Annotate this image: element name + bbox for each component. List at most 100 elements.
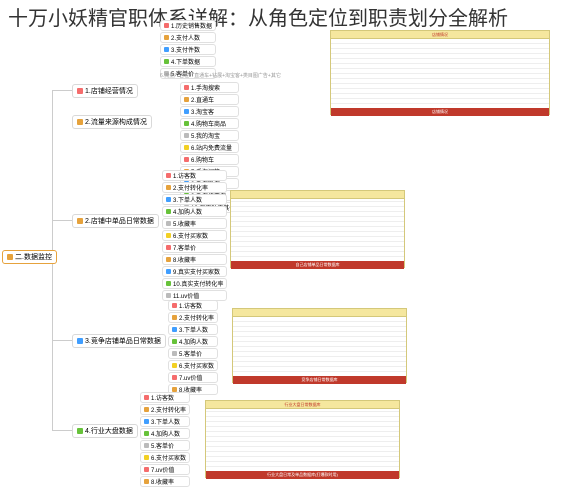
color-swatch <box>166 209 171 214</box>
branch-2[interactable]: 2.店铺中单品日常数据 <box>72 214 159 228</box>
leaf-label: 10.真实支付转化率 <box>173 279 223 288</box>
table-head <box>231 191 404 199</box>
leaf-node[interactable]: 7.uv价值 <box>140 464 190 475</box>
table-thumb-3: 竞争店铺日常数据库 <box>232 308 407 383</box>
leaf-node[interactable]: 4.加购人数 <box>168 336 218 347</box>
leaf-label: 6.站内免费流量 <box>191 143 232 152</box>
leaf-node[interactable]: 6.支付买家数 <box>140 452 190 463</box>
table-thumb-2: 自己店铺单品日常数据库 <box>230 190 405 268</box>
color-swatch <box>172 315 177 320</box>
leaf-node[interactable]: 1.访客数 <box>140 392 190 403</box>
leaf-node[interactable]: 1.手淘搜索 <box>180 82 239 93</box>
color-swatch <box>184 133 189 138</box>
leaf-node[interactable]: 6.购物车 <box>180 154 239 165</box>
leaf-label: 2.支付转化率 <box>179 313 214 322</box>
leaf-label: 1.访客数 <box>151 393 174 402</box>
color-swatch <box>184 157 189 162</box>
color-swatch <box>184 121 189 126</box>
leaf-node[interactable]: 7.客单价 <box>162 242 227 253</box>
leaf-label: 4.加购人数 <box>151 429 180 438</box>
leaf-label: 6.支付买家数 <box>151 453 186 462</box>
leaf-node[interactable]: 1.访客数 <box>162 170 227 181</box>
leaf-node[interactable]: 7.uv价值 <box>168 372 218 383</box>
leaf-node[interactable]: 1.历史销售数据 <box>160 20 216 31</box>
mindmap-canvas: 二.数据监控 1.店铺经营情况 2.流量来源构成情况 1.历史销售数据2.支付人… <box>0 60 561 500</box>
leaf-label: 3.下单人数 <box>151 417 180 426</box>
leaf-label: 3.下单人数 <box>173 195 202 204</box>
leaf-label: 6.支付买家数 <box>179 361 214 370</box>
leaf-node[interactable]: 3.淘宝客 <box>180 106 239 117</box>
table-head: 行业大盘日常数据库 <box>206 401 399 409</box>
leaf-node[interactable]: 9.真实支付买家数 <box>162 266 227 277</box>
branch-3[interactable]: 3.竞争店铺单品日常数据 <box>72 334 166 348</box>
leaf-node[interactable]: 2.直通车 <box>180 94 239 105</box>
leaf-label: 7.uv价值 <box>179 373 202 382</box>
leaf-node[interactable]: 2.支付人数 <box>160 32 216 43</box>
leaf-label: 1.历史销售数据 <box>171 21 212 30</box>
branch-1-sub[interactable]: 2.流量来源构成情况 <box>72 115 152 129</box>
leaf-node[interactable]: 10.真实支付转化率 <box>162 278 227 289</box>
root-node[interactable]: 二.数据监控 <box>2 250 57 264</box>
leaf-node[interactable]: 3.下单人数 <box>140 416 190 427</box>
leaf-node[interactable]: 3.下单人数 <box>168 324 218 335</box>
leaf-node[interactable]: 1.访客数 <box>168 300 218 311</box>
color-swatch <box>166 257 171 262</box>
leaf-label: 6.支付买家数 <box>173 231 208 240</box>
leaf-node[interactable]: 2.支付转化率 <box>140 404 190 415</box>
color-swatch <box>172 363 177 368</box>
color-swatch <box>77 88 83 94</box>
color-swatch <box>144 419 149 424</box>
leaf-node[interactable]: 8.收藏率 <box>162 254 227 265</box>
leaf-node[interactable]: 3.支付件数 <box>160 44 216 55</box>
leaf-label: 1.手淘搜索 <box>191 83 220 92</box>
color-swatch <box>166 245 171 250</box>
color-swatch <box>166 233 171 238</box>
color-swatch <box>77 218 83 224</box>
leaf-node[interactable]: 6.支付买家数 <box>162 230 227 241</box>
leaf-label: 7.uv价值 <box>151 465 174 474</box>
color-swatch <box>184 109 189 114</box>
color-swatch <box>77 428 83 434</box>
leaf-label: 3.下单人数 <box>179 325 208 334</box>
table-head: 店铺情况 <box>331 31 549 39</box>
branch-1-sub-label: 2.流量来源构成情况 <box>85 117 147 127</box>
color-swatch <box>164 47 169 52</box>
color-swatch <box>164 23 169 28</box>
leaf-node[interactable]: 4.加购人数 <box>140 428 190 439</box>
leaf-node[interactable]: 5.客单价 <box>140 440 190 451</box>
leaf-label: 3.淘宝客 <box>191 107 214 116</box>
color-swatch <box>144 407 149 412</box>
leaf-node[interactable]: 5.我的淘宝 <box>180 130 239 141</box>
leaf-label: 8.收藏率 <box>151 477 174 486</box>
leaf-node[interactable]: 4.购物车商品 <box>180 118 239 129</box>
leaf-label: 7.客单价 <box>173 243 196 252</box>
leaf-node[interactable]: 2.支付转化率 <box>162 182 227 193</box>
leaf-label: 2.支付人数 <box>171 33 200 42</box>
leaf-node[interactable]: 5.客单价 <box>168 348 218 359</box>
branch-2-label: 2.店铺中单品日常数据 <box>85 216 154 226</box>
leaf-label: 8.收藏率 <box>173 255 196 264</box>
color-swatch <box>164 59 169 64</box>
leaf-node[interactable]: 6.站内免费流量 <box>180 142 239 153</box>
leaf-node[interactable]: 4.下单数据 <box>160 56 216 67</box>
color-swatch <box>166 185 171 190</box>
color-swatch <box>166 221 171 226</box>
color-swatch <box>144 467 149 472</box>
leaf-node[interactable]: 3.下单人数 <box>162 194 227 205</box>
color-swatch <box>144 443 149 448</box>
leaf-label: 1.访客数 <box>173 171 196 180</box>
leaf-node[interactable]: 6.支付买家数 <box>168 360 218 371</box>
leaf-node[interactable]: 4.加购人数 <box>162 206 227 217</box>
leaf-node[interactable]: 2.支付转化率 <box>168 312 218 323</box>
branch-4[interactable]: 4.行业大盘数据 <box>72 424 138 438</box>
leaf-label: 5.客单价 <box>179 349 202 358</box>
color-swatch <box>184 85 189 90</box>
leaf-label: 3.支付件数 <box>171 45 200 54</box>
color-swatch <box>144 431 149 436</box>
leaf-label: 2.支付转化率 <box>173 183 208 192</box>
leaf-node[interactable]: 5.收藏率 <box>162 218 227 229</box>
leaf-label: 5.客单价 <box>151 441 174 450</box>
leaf-node[interactable]: 8.收藏率 <box>140 476 190 487</box>
branch-3-label: 3.竞争店铺单品日常数据 <box>85 336 161 346</box>
branch-1[interactable]: 1.店铺经营情况 <box>72 84 138 98</box>
